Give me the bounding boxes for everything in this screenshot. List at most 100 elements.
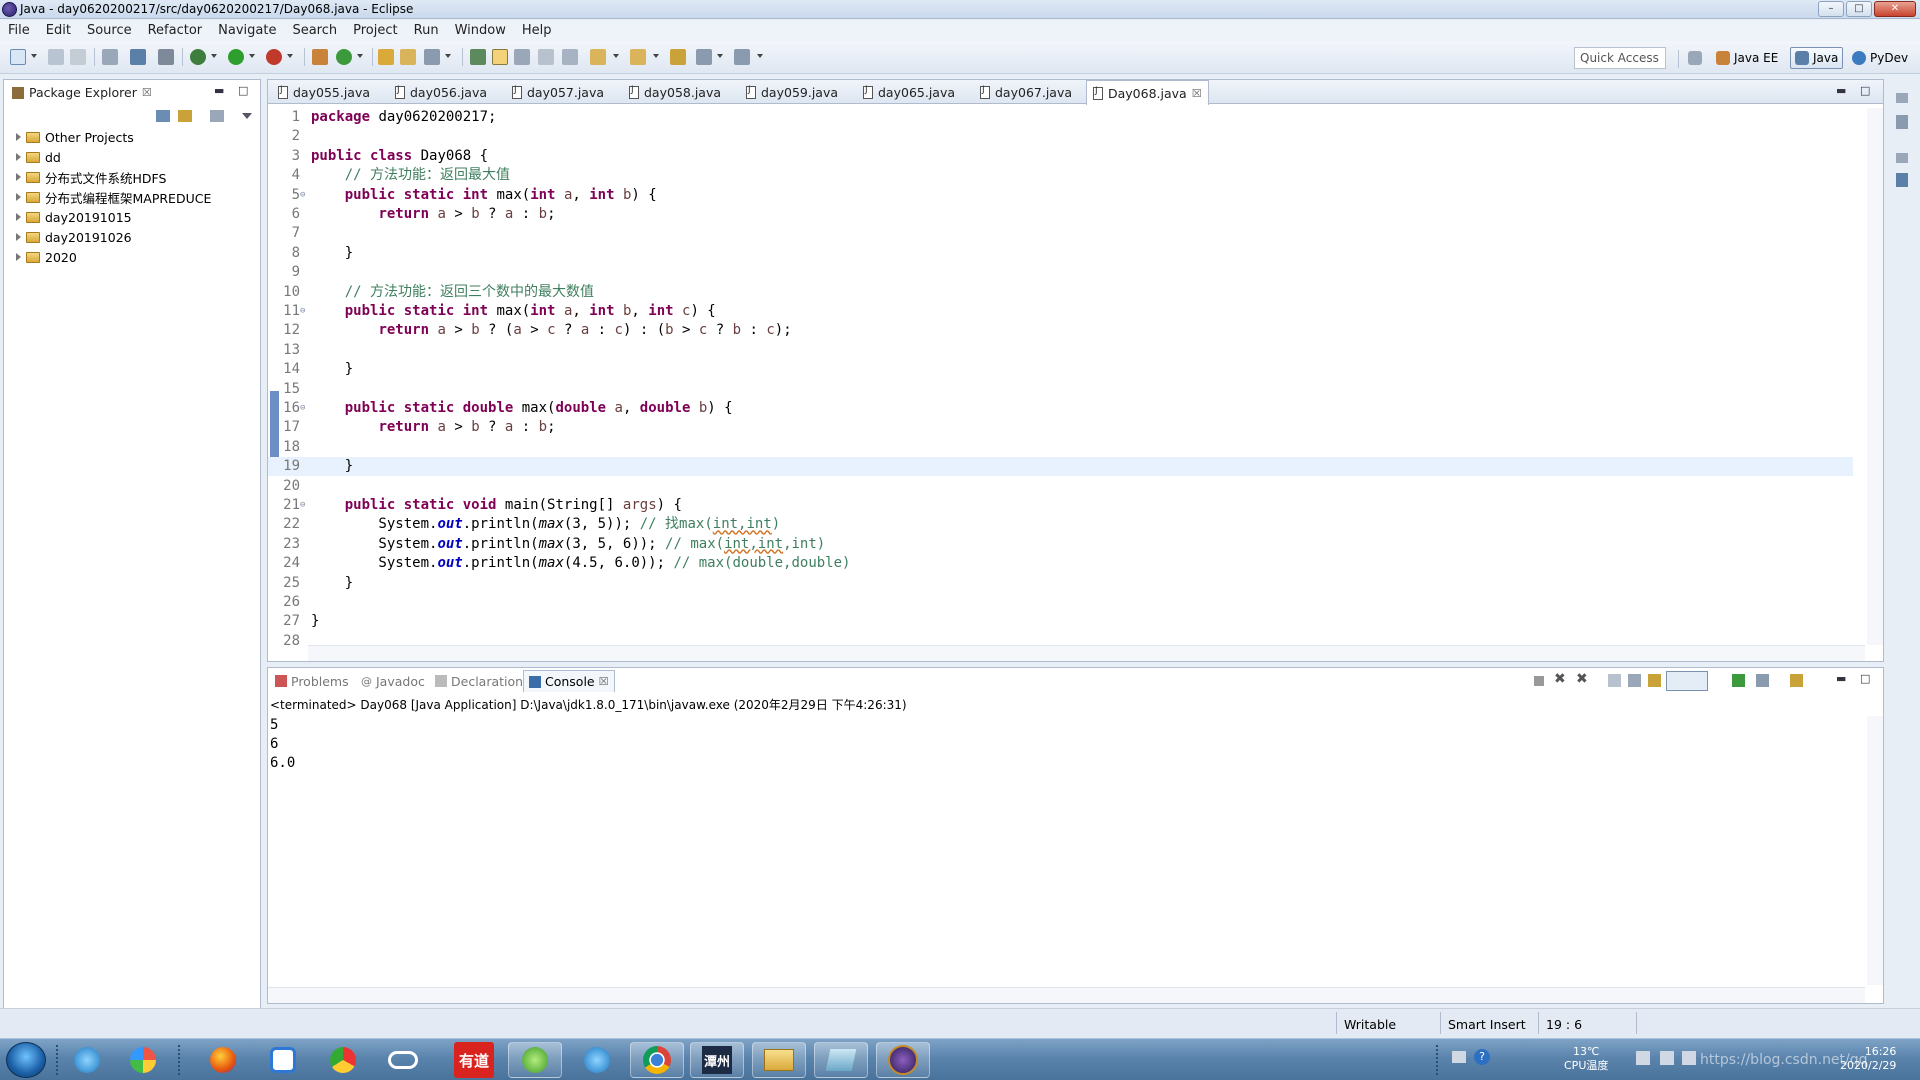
close-button[interactable]: ✕ — [1874, 1, 1916, 17]
minimize-button[interactable]: – — [1818, 1, 1844, 17]
tree-item[interactable]: 2020 — [16, 248, 77, 266]
tab-day056[interactable]: day056.java — [389, 80, 493, 104]
start-button[interactable] — [6, 1042, 46, 1078]
tab-problems[interactable]: Problems — [270, 670, 354, 692]
volume-icon[interactable] — [1682, 1051, 1696, 1065]
ie-icon-2[interactable] — [570, 1042, 624, 1078]
show-console-toggle[interactable] — [1666, 671, 1708, 691]
maximize-view-icon[interactable]: □ — [1860, 84, 1870, 97]
next-annotation-dropdown-icon[interactable] — [613, 54, 619, 58]
print-icon[interactable] — [102, 49, 118, 65]
menu-run[interactable]: Run — [406, 23, 447, 38]
code-line[interactable]: 20 — [268, 477, 1853, 496]
expand-icon[interactable] — [16, 193, 21, 201]
console-output[interactable]: 5 6 6.0 — [270, 716, 295, 773]
save-icon[interactable] — [48, 49, 64, 65]
menu-refactor[interactable]: Refactor — [140, 23, 211, 38]
outline-icon[interactable] — [1896, 173, 1908, 187]
notepad-icon[interactable] — [814, 1042, 868, 1078]
fold-toggle-icon[interactable]: ⊖ — [300, 302, 310, 321]
perspective-java[interactable]: Java — [1790, 47, 1844, 69]
toggle-word-wrap-icon[interactable] — [492, 49, 508, 65]
expand-icon[interactable] — [16, 133, 21, 141]
external-tools-dropdown-icon[interactable] — [287, 54, 293, 58]
run-dropdown-icon[interactable] — [249, 54, 255, 58]
cloud-icon[interactable] — [376, 1042, 430, 1078]
open-task-icon[interactable] — [400, 49, 416, 65]
close-icon[interactable]: ☒ — [142, 86, 152, 99]
code-line[interactable]: 17 return a > b ? a : b; — [268, 418, 1853, 437]
expand-icon[interactable] — [16, 173, 21, 181]
menu-window[interactable]: Window — [447, 23, 514, 38]
tab-day065[interactable]: day065.java — [857, 80, 961, 104]
refresh-app-icon[interactable] — [508, 1042, 562, 1078]
code-line[interactable]: 5 ⊖ public static int max(int a, int b) { — [268, 186, 1853, 205]
pin-console-icon[interactable] — [1732, 674, 1745, 687]
back-icon[interactable] — [696, 49, 712, 65]
forward-dropdown-icon[interactable] — [757, 54, 763, 58]
previous-annotation-dropdown-icon[interactable] — [653, 54, 659, 58]
code-line[interactable]: 4 // 方法功能：返回最大值 — [268, 166, 1853, 185]
menu-navigate[interactable]: Navigate — [210, 23, 284, 38]
quick-access-input[interactable]: Quick Access — [1574, 47, 1666, 69]
open-perspective-icon[interactable] — [1688, 51, 1702, 65]
save-all-icon[interactable] — [70, 49, 86, 65]
code-line[interactable]: 15 — [268, 380, 1853, 399]
remove-launch-icon[interactable]: ✖ — [1554, 671, 1566, 687]
terminate-icon[interactable] — [1534, 676, 1544, 686]
forward-icon[interactable] — [734, 49, 750, 65]
code-line[interactable]: 23 System.out.println(max(3, 5, 6)); // … — [268, 535, 1853, 554]
close-icon[interactable]: ☒ — [599, 675, 609, 688]
collapse-all-icon[interactable] — [156, 110, 170, 122]
code-line[interactable]: 9 — [268, 263, 1853, 282]
code-line[interactable]: 8 } — [268, 244, 1853, 263]
expand-icon[interactable] — [16, 153, 21, 161]
app-icon[interactable] — [116, 1042, 170, 1078]
perspective-java-ee[interactable]: Java EE — [1712, 47, 1782, 69]
explorer-folder-icon[interactable] — [752, 1042, 806, 1078]
restore-icon[interactable] — [1896, 93, 1908, 103]
search-icon[interactable] — [424, 49, 440, 65]
filters-icon[interactable] — [210, 110, 224, 122]
search-dropdown-icon[interactable] — [445, 54, 451, 58]
tab-declaration[interactable]: Declaration — [430, 670, 528, 692]
terminal-icon[interactable] — [130, 49, 146, 65]
code-line[interactable]: 1 package day0620200217; — [268, 108, 1853, 127]
last-edit-location-icon[interactable] — [670, 49, 686, 65]
tab-console[interactable]: Console ☒ — [523, 670, 615, 692]
expand-icon[interactable] — [16, 213, 21, 221]
next-annotation-icon[interactable] — [590, 49, 606, 65]
fold-toggle-icon[interactable]: ⊖ — [300, 496, 310, 515]
code-line[interactable]: 22 System.out.println(max(3, 5)); // 找ma… — [268, 515, 1853, 534]
code-line[interactable]: 21 ⊖ public static void main(String[] arg… — [268, 496, 1853, 515]
display-selected-console-icon[interactable] — [1756, 674, 1769, 687]
perspective-pydev[interactable]: PyDev — [1848, 47, 1912, 69]
restore-icon-2[interactable] — [1896, 153, 1908, 163]
tab-day067[interactable]: day067.java — [974, 80, 1078, 104]
menu-search[interactable]: Search — [284, 23, 345, 38]
tab-day059[interactable]: day059.java — [740, 80, 844, 104]
toggle-breadcrumb-icon[interactable] — [562, 49, 578, 65]
youdao-icon[interactable]: 有道 — [454, 1042, 494, 1078]
code-line[interactable]: 7 — [268, 224, 1853, 243]
minimize-view-icon[interactable]: ▬ — [1836, 672, 1846, 685]
word-wrap-icon[interactable] — [1648, 674, 1661, 687]
menu-file[interactable]: File — [0, 23, 38, 38]
tree-item[interactable]: dd — [16, 148, 61, 166]
expand-icon[interactable] — [16, 233, 21, 241]
debug-dropdown-icon[interactable] — [211, 54, 217, 58]
menu-help[interactable]: Help — [514, 23, 560, 38]
new-java-package-icon[interactable] — [312, 49, 328, 65]
tab-day068[interactable]: Day068.java ☒ — [1086, 80, 1209, 105]
tab-day058[interactable]: day058.java — [623, 80, 727, 104]
previous-annotation-icon[interactable] — [630, 49, 646, 65]
open-console-icon[interactable] — [1790, 674, 1803, 687]
tree-item[interactable]: 分布式文件系统HDFS — [16, 168, 166, 186]
external-tools-icon[interactable] — [266, 49, 282, 65]
firefox-icon[interactable] — [196, 1042, 250, 1078]
back-dropdown-icon[interactable] — [717, 54, 723, 58]
editor-horizontal-scrollbar[interactable] — [308, 645, 1865, 661]
chrome-green-icon[interactable] — [316, 1042, 370, 1078]
console-horizontal-scrollbar[interactable] — [268, 987, 1865, 1003]
user-icon[interactable] — [1636, 1051, 1650, 1065]
